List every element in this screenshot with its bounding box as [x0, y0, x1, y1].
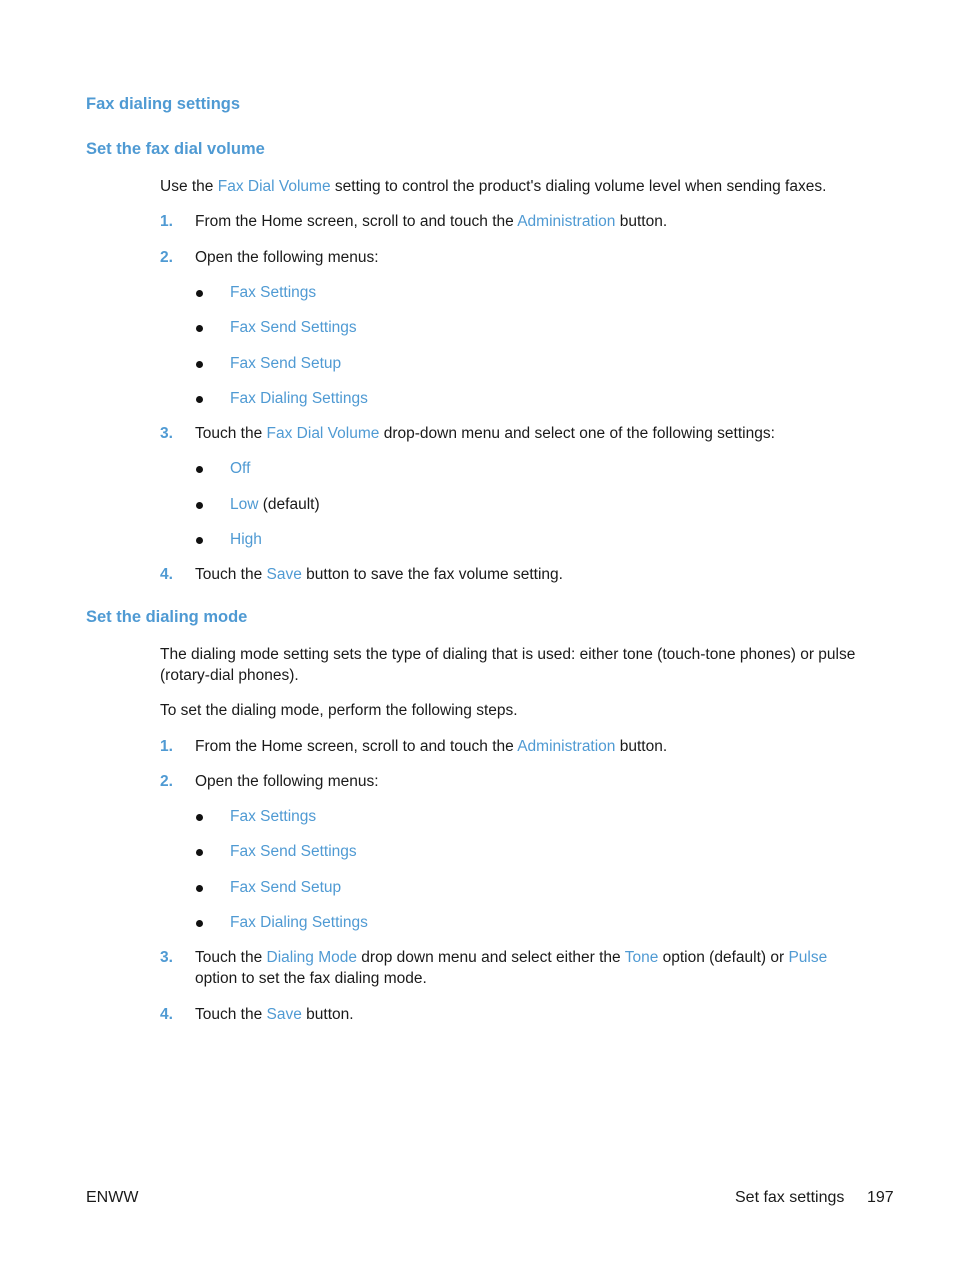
link-fax-dialing-settings[interactable]: Fax Dialing Settings: [230, 912, 368, 933]
text: button to save the fax volume setting.: [301, 566, 563, 583]
link-fax-settings[interactable]: Fax Settings: [230, 806, 316, 827]
text: drop-down menu and select one of the fol…: [379, 425, 775, 442]
link-off[interactable]: Off: [230, 460, 250, 477]
step-number: 1.: [160, 213, 173, 230]
list-item: Fax Settings: [196, 806, 316, 827]
text: Open the following menus:: [195, 249, 379, 266]
text: Use the: [160, 178, 218, 195]
link-fax-send-setup[interactable]: Fax Send Setup: [230, 353, 341, 374]
footer-locale: ENWW: [86, 1189, 139, 1206]
step-number: 2.: [160, 773, 173, 790]
volume-step-1: 1. From the Home screen, scroll to and to…: [160, 211, 850, 232]
step-number: 2.: [160, 249, 173, 266]
text: button.: [615, 738, 668, 755]
link-fax-dial-volume[interactable]: Fax Dial Volume: [218, 178, 331, 195]
list-item: Off: [196, 458, 250, 479]
text: Open the following menus:: [195, 773, 379, 790]
text: Touch the: [195, 425, 267, 442]
mode-step-2: 2. Open the following menus:: [160, 771, 850, 792]
text: button.: [615, 213, 668, 230]
heading-fax-dial-volume: Set the fax dial volume: [86, 140, 265, 158]
link-fax-dial-volume[interactable]: Fax Dial Volume: [267, 425, 380, 442]
volume-intro: Use the Fax Dial Volume setting to contr…: [160, 176, 860, 197]
bullet-icon: [196, 849, 203, 856]
section-title: Fax dialing settings: [86, 95, 241, 113]
bullet-icon: [196, 502, 203, 509]
bullet-icon: [196, 920, 203, 927]
link-low[interactable]: Low: [230, 496, 258, 513]
link-fax-send-setup[interactable]: Fax Send Setup: [230, 877, 341, 898]
link-save[interactable]: Save: [267, 566, 302, 583]
volume-step-4: 4. Touch the Save button to save the fax …: [160, 564, 850, 585]
text: Touch the: [195, 949, 267, 966]
text: From the Home screen, scroll to and touc…: [195, 738, 518, 755]
step-number: 4.: [160, 566, 173, 583]
link-high[interactable]: High: [230, 531, 262, 548]
step-number: 4.: [160, 1006, 173, 1023]
heading-dialing-mode: Set the dialing mode: [86, 608, 248, 626]
link-pulse[interactable]: Pulse: [788, 949, 827, 966]
text: setting to control the product's dialing…: [330, 178, 827, 195]
bullet-icon: [196, 814, 203, 821]
text: button.: [301, 1006, 354, 1023]
text: option to set the fax dialing mode.: [195, 970, 427, 987]
list-item: Fax Dialing Settings: [196, 388, 368, 409]
mode-step-1: 1. From the Home screen, scroll to and to…: [160, 736, 850, 757]
text: Touch the: [195, 566, 267, 583]
step-number: 3.: [160, 425, 173, 442]
link-dialing-mode[interactable]: Dialing Mode: [267, 949, 357, 966]
mode-step-4: 4. Touch the Save button.: [160, 1004, 850, 1025]
list-item: Fax Send Settings: [196, 841, 357, 862]
list-item: Fax Settings: [196, 282, 316, 303]
link-fax-settings[interactable]: Fax Settings: [230, 282, 316, 303]
mode-intro-1: The dialing mode setting sets the type o…: [160, 646, 856, 684]
mode-step-3: 3. Touch the Dialing Mode drop down menu …: [160, 947, 850, 989]
mode-intro-2: To set the dialing mode, perform the fol…: [160, 702, 518, 719]
bullet-icon: [196, 466, 203, 473]
footer-section: Set fax settings: [735, 1189, 845, 1206]
bullet-icon: [196, 361, 203, 368]
bullet-icon: [196, 396, 203, 403]
bullet-icon: [196, 885, 203, 892]
link-fax-dialing-settings[interactable]: Fax Dialing Settings: [230, 388, 368, 409]
text: Touch the: [195, 1006, 267, 1023]
list-item: Fax Dialing Settings: [196, 912, 368, 933]
bullet-icon: [196, 537, 203, 544]
link-fax-send-settings[interactable]: Fax Send Settings: [230, 841, 357, 862]
text: drop down menu and select either the: [357, 949, 625, 966]
bullet-icon: [196, 325, 203, 332]
page-number: 197: [867, 1189, 894, 1206]
volume-step-3: 3. Touch the Fax Dial Volume drop-down me…: [160, 423, 850, 444]
volume-step-2: 2. Open the following menus:: [160, 247, 850, 268]
bullet-icon: [196, 290, 203, 297]
link-save[interactable]: Save: [267, 1006, 302, 1023]
link-tone[interactable]: Tone: [625, 949, 659, 966]
step-number: 1.: [160, 738, 173, 755]
list-item: High: [196, 529, 262, 550]
list-item: Fax Send Setup: [196, 353, 341, 374]
list-item: Low (default): [196, 494, 320, 515]
step-number: 3.: [160, 949, 173, 966]
text: (default): [258, 496, 320, 513]
link-administration[interactable]: Administration: [517, 738, 615, 755]
link-fax-send-settings[interactable]: Fax Send Settings: [230, 317, 357, 338]
list-item: Fax Send Settings: [196, 317, 357, 338]
text: From the Home screen, scroll to and touc…: [195, 213, 518, 230]
text: option (default) or: [658, 949, 789, 966]
link-administration[interactable]: Administration: [517, 213, 615, 230]
list-item: Fax Send Setup: [196, 877, 341, 898]
